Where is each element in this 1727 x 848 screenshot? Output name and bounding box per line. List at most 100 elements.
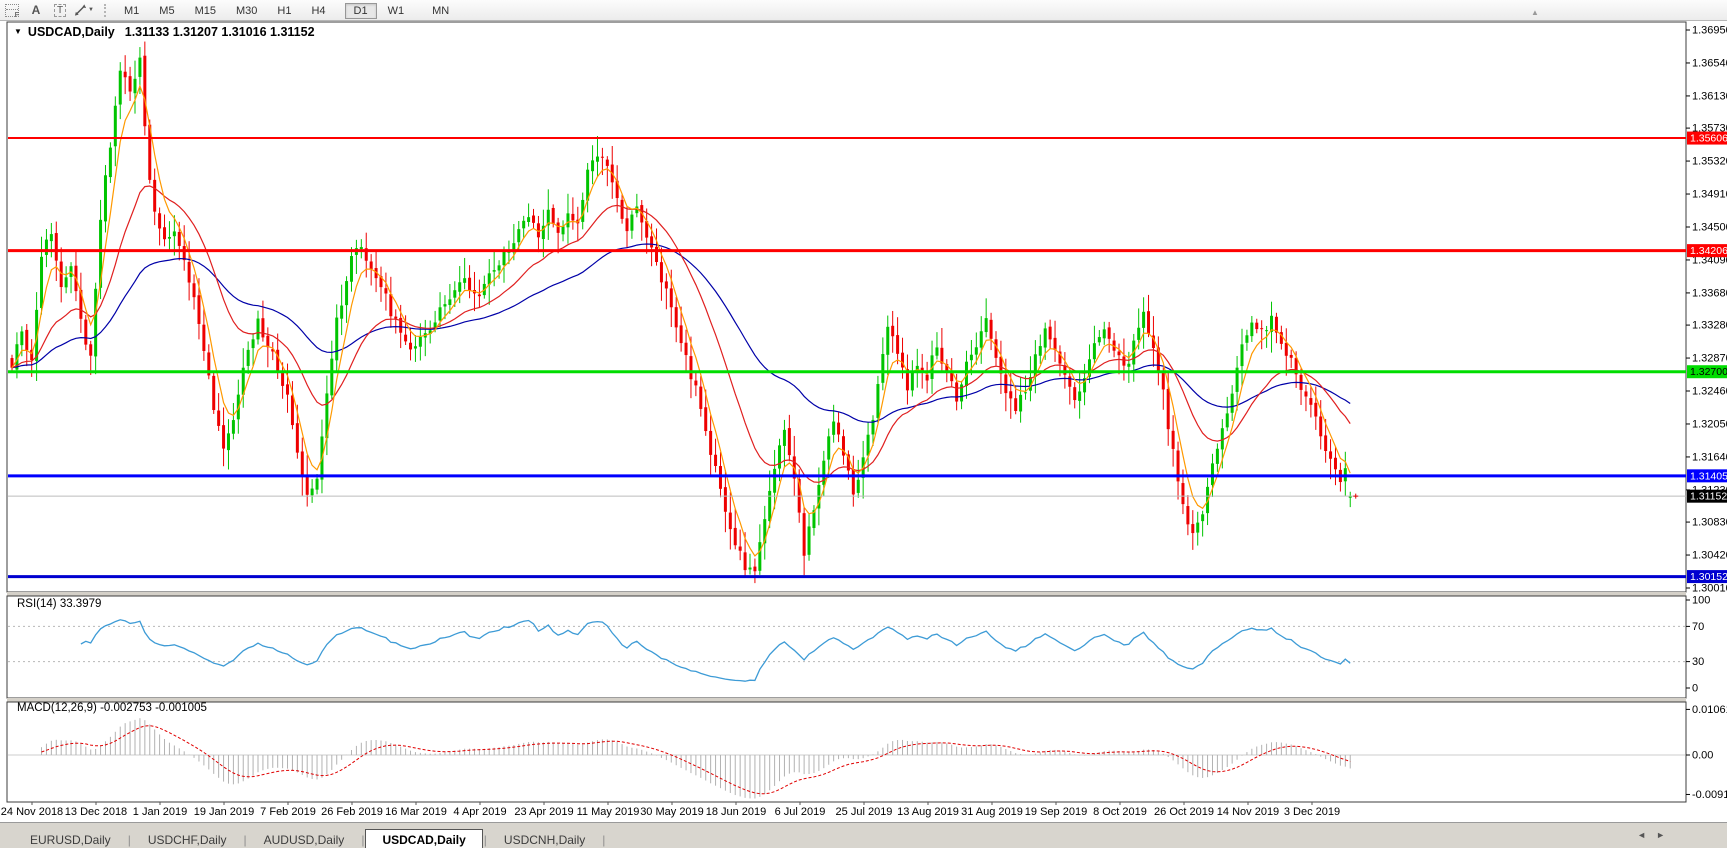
candle-body <box>133 78 137 94</box>
chart-canvas[interactable]: 1.369501.365401.361301.357301.353201.349… <box>0 20 1727 822</box>
chart-tab-eurusd-daily[interactable]: EURUSD,Daily <box>14 830 127 848</box>
candle-body <box>1092 343 1096 360</box>
panel-splitter[interactable] <box>7 592 1686 596</box>
price-tick-label: 1.34910 <box>1692 189 1727 201</box>
candle-body <box>787 428 791 456</box>
chart-tab-audusd-daily[interactable]: AUDUSD,Daily <box>248 830 361 848</box>
candle-body <box>556 222 560 233</box>
candle-body <box>226 433 230 451</box>
candle-body <box>89 344 93 356</box>
time-axis[interactable]: 24 Nov 2018 13 Dec 2018 1 Jan 2019 19 Jan 2… <box>1 802 1340 818</box>
candle-body <box>394 316 398 319</box>
macd-tick-label: 0.010615 <box>1692 704 1727 716</box>
candle-body <box>694 380 698 386</box>
candle-body <box>286 384 290 395</box>
svg-text:1.35606: 1.35606 <box>1690 133 1727 145</box>
timeframe-button-h4[interactable]: H4 <box>302 3 334 19</box>
date-label: 19 Sep 2019 <box>1025 806 1087 818</box>
timeframe-button-m15[interactable]: M15 <box>186 3 225 19</box>
scroll-right-icon[interactable]: ► <box>1656 830 1675 840</box>
timeframe-button-m30[interactable]: M30 <box>227 3 266 19</box>
price-tick-label: 1.33280 <box>1692 320 1727 332</box>
chart-tab-usdchf-daily[interactable]: USDCHF,Daily <box>132 830 243 848</box>
candle-body <box>989 319 993 339</box>
candle-body <box>630 214 634 231</box>
chart-tab-bar: EURUSD,Daily | USDCHF,Daily | AUDUSD,Daily | U… <box>0 822 1727 848</box>
candle-body <box>458 282 462 292</box>
candle-body <box>143 55 147 127</box>
chart-title: ▼ USDCAD,Daily 1.31133 1.31207 1.31016 1.3… <box>14 25 315 39</box>
candle-body <box>527 217 531 222</box>
candle-body <box>571 213 575 221</box>
candle-body <box>1043 328 1047 348</box>
candle-body <box>197 295 201 324</box>
timeframe-button-d1[interactable]: D1 <box>344 3 377 19</box>
candle-body <box>714 454 718 466</box>
candle-body <box>300 451 304 475</box>
candle-body <box>1171 430 1175 449</box>
candle-body <box>778 445 782 469</box>
price-level-tag: 1.30152 <box>1687 570 1727 584</box>
candle-body <box>25 329 29 351</box>
chart-menu-expander-icon[interactable]: ▼ <box>14 27 22 36</box>
date-label: 25 Jul 2019 <box>836 806 893 818</box>
main-chart-panel[interactable] <box>6 21 1687 593</box>
timeframe-button-m5[interactable]: M5 <box>150 3 183 19</box>
candle-body <box>153 179 157 212</box>
cursor-arrows-icon[interactable]: ▼ <box>74 2 94 18</box>
candle-body <box>955 382 959 402</box>
toolbar-grip[interactable] <box>104 3 108 17</box>
candle-body <box>886 326 890 355</box>
rsi-panel[interactable] <box>6 595 1687 699</box>
price-tick-label: 1.35320 <box>1692 156 1727 168</box>
candle-body <box>453 290 457 298</box>
candle-body <box>409 342 413 350</box>
candle-body <box>851 469 855 495</box>
scroll-left-icon[interactable]: ◄ <box>1637 830 1656 840</box>
candle-body <box>856 479 860 493</box>
candle-body <box>773 468 777 493</box>
timeframe-button-h1[interactable]: H1 <box>268 3 300 19</box>
text-label-icon[interactable]: T <box>50 2 70 18</box>
candle-body <box>192 283 196 298</box>
date-label: 7 Feb 2019 <box>260 806 316 818</box>
candle-body <box>256 318 260 340</box>
candle-body <box>605 159 609 166</box>
candle-body <box>1127 363 1131 367</box>
timeframe-button-mn[interactable]: MN <box>423 3 458 19</box>
panel-splitter[interactable] <box>7 698 1686 702</box>
price-tick-label: 1.31640 <box>1692 451 1727 463</box>
timeframe-button-w1[interactable]: W1 <box>379 3 414 19</box>
date-label: 13 Dec 2018 <box>65 806 127 818</box>
rsi-indicator-label: RSI(14) 33.3979 <box>17 598 102 610</box>
candle-body <box>1245 335 1249 343</box>
candle-body <box>463 278 467 283</box>
rsi-tick-label: 30 <box>1692 656 1704 668</box>
chart-tab-usdcnh-daily[interactable]: USDCNH,Daily <box>488 830 601 848</box>
macd-panel[interactable] <box>6 701 1687 803</box>
candle-body <box>743 552 747 571</box>
candle-body <box>305 474 309 495</box>
timeframe-button-m1[interactable]: M1 <box>115 3 148 19</box>
date-label: 8 Oct 2019 <box>1093 806 1147 818</box>
svg-text:1.32700: 1.32700 <box>1690 366 1727 378</box>
font-icon[interactable]: A <box>26 2 46 18</box>
candle-body <box>1166 389 1170 430</box>
candle-body <box>1122 356 1126 366</box>
candle-body <box>655 246 659 263</box>
candle-body <box>103 175 107 222</box>
candle-body <box>650 236 654 248</box>
candle-body <box>1014 398 1018 412</box>
price-tick-label: 1.33680 <box>1692 287 1727 299</box>
price-tick-label: 1.36540 <box>1692 57 1727 69</box>
candle-body <box>138 57 142 77</box>
chart-tab-usdcad-daily[interactable]: USDCAD,Daily <box>365 829 483 848</box>
candle-body <box>418 336 422 347</box>
ohlc-values: 1.31133 1.31207 1.31016 1.31152 <box>124 25 315 39</box>
candle-body <box>896 335 900 354</box>
price-level-tag: 1.34206 <box>1687 244 1727 258</box>
candle-body <box>832 421 836 435</box>
candle-body <box>974 347 978 355</box>
grid-properties-icon[interactable]: F <box>2 2 22 19</box>
candle-body <box>1019 394 1023 412</box>
